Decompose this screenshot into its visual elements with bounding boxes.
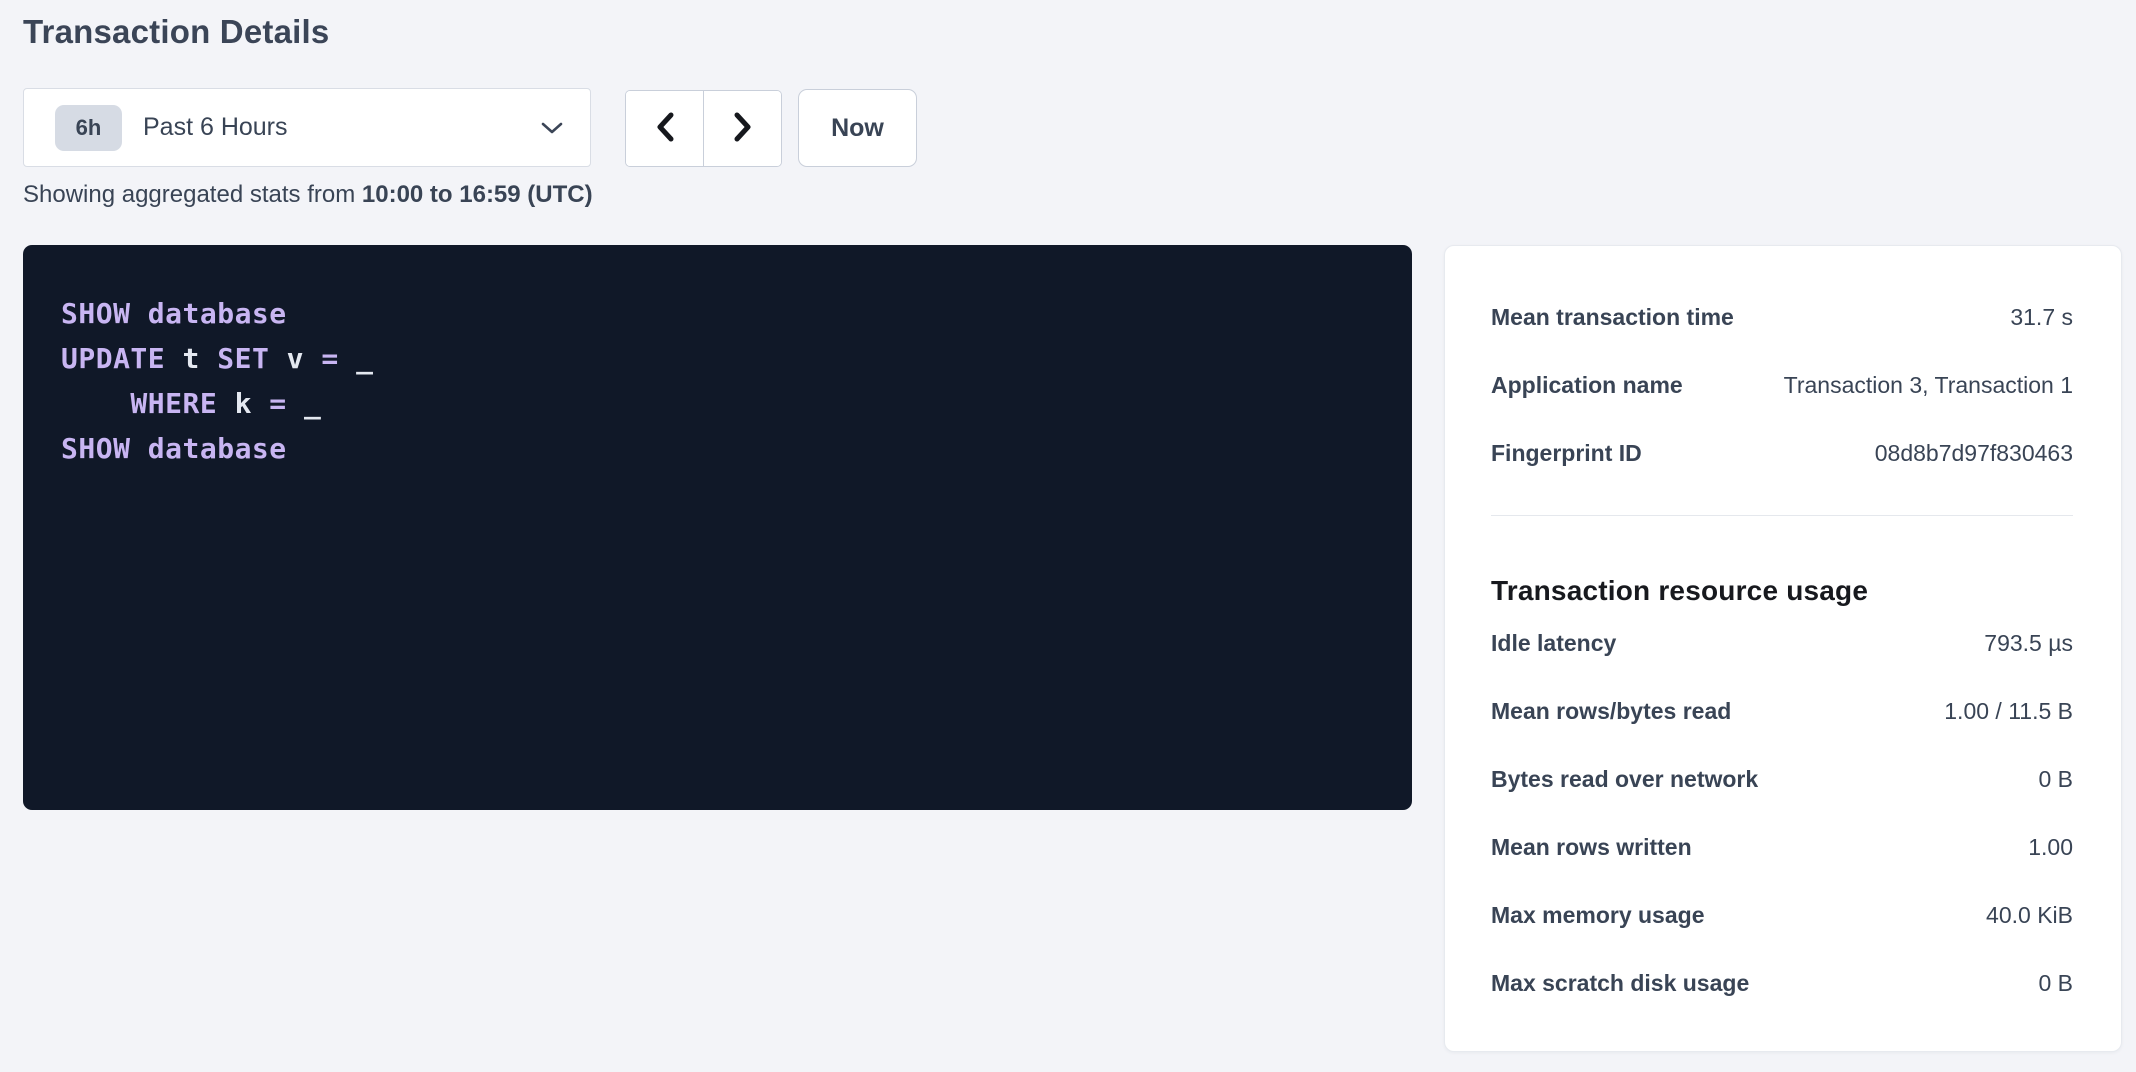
sql-code: SHOW database UPDATE t SET v = _ WHERE k … (23, 245, 1412, 471)
detail-value: 40.0 KiB (1986, 902, 2073, 929)
detail-value: 08d8b7d97f830463 (1875, 440, 2073, 467)
sql-keyword: SET (217, 342, 269, 375)
detail-value: 31.7 s (2010, 304, 2073, 331)
detail-label: Mean rows/bytes read (1491, 698, 1731, 725)
detail-value: 0 B (2038, 970, 2073, 997)
sql-placeholder: _ (339, 342, 374, 375)
transaction-details-card: Mean transaction time 31.7 s Application… (1444, 245, 2122, 1052)
detail-label: Max memory usage (1491, 902, 1704, 929)
time-range-label: Past 6 Hours (143, 113, 288, 142)
now-button[interactable]: Now (798, 89, 917, 167)
sql-identifier: v (269, 342, 321, 375)
detail-label: Mean transaction time (1491, 304, 1734, 331)
detail-label: Fingerprint ID (1491, 440, 1642, 467)
detail-label: Idle latency (1491, 630, 1616, 657)
sql-line: SHOW database (61, 291, 1382, 336)
detail-label: Application name (1491, 372, 1683, 399)
detail-value: Transaction 3, Transaction 1 (1784, 372, 2073, 399)
sql-keyword: SHOW database (61, 297, 287, 330)
sql-line: WHERE k = _ (61, 381, 1382, 426)
chevron-down-icon (540, 121, 564, 135)
sql-keyword: SHOW database (61, 432, 287, 465)
sql-operator: = (269, 387, 286, 420)
next-time-button[interactable] (704, 91, 781, 166)
detail-label: Mean rows written (1491, 834, 1692, 861)
detail-label: Max scratch disk usage (1491, 970, 1749, 997)
caption-prefix: Showing aggregated stats from (23, 181, 355, 208)
time-range-dropdown[interactable]: 6h Past 6 Hours (23, 88, 591, 167)
detail-row: Max memory usage 40.0 KiB (1491, 881, 2073, 949)
time-range-badge: 6h (55, 105, 122, 151)
detail-row: Mean transaction time 31.7 s (1491, 283, 2073, 351)
detail-row: Mean rows/bytes read 1.00 / 11.5 B (1491, 677, 2073, 745)
detail-value: 0 B (2038, 766, 2073, 793)
sql-keyword: WHERE (61, 387, 217, 420)
time-nav-group (625, 90, 782, 167)
sql-keyword: UPDATE (61, 342, 165, 375)
detail-row: Mean rows written 1.00 (1491, 813, 2073, 881)
prev-time-button[interactable] (626, 91, 704, 166)
detail-row: Fingerprint ID 08d8b7d97f830463 (1491, 419, 2073, 487)
sql-statement-box: SHOW database UPDATE t SET v = _ WHERE k … (23, 245, 1412, 810)
sql-line: UPDATE t SET v = _ (61, 336, 1382, 381)
caption-range: 10:00 to 16:59 (UTC) (362, 181, 593, 208)
card-divider (1491, 515, 2073, 516)
detail-value: 1.00 (2028, 834, 2073, 861)
sql-identifier: k (217, 387, 269, 420)
detail-value: 793.5 µs (1984, 630, 2073, 657)
card-body: Mean transaction time 31.7 s Application… (1445, 246, 2121, 1017)
chevron-right-icon (732, 111, 754, 146)
sql-placeholder: _ (287, 387, 322, 420)
detail-row: Max scratch disk usage 0 B (1491, 949, 2073, 1017)
detail-row: Bytes read over network 0 B (1491, 745, 2073, 813)
detail-label: Bytes read over network (1491, 766, 1758, 793)
detail-value: 1.00 / 11.5 B (1944, 698, 2073, 725)
transaction-details-page: Transaction Details 6h Past 6 Hours (0, 0, 2136, 1072)
sql-line: SHOW database (61, 426, 1382, 471)
resource-usage-heading: Transaction resource usage (1491, 573, 2073, 609)
stats-period-caption: Showing aggregated stats from 10:00 to 1… (23, 180, 593, 210)
sql-operator: = (321, 342, 338, 375)
sql-identifier: t (165, 342, 217, 375)
detail-row: Application name Transaction 3, Transact… (1491, 351, 2073, 419)
page-title: Transaction Details (23, 12, 329, 52)
chevron-left-icon (654, 111, 676, 146)
detail-row: Idle latency 793.5 µs (1491, 609, 2073, 677)
